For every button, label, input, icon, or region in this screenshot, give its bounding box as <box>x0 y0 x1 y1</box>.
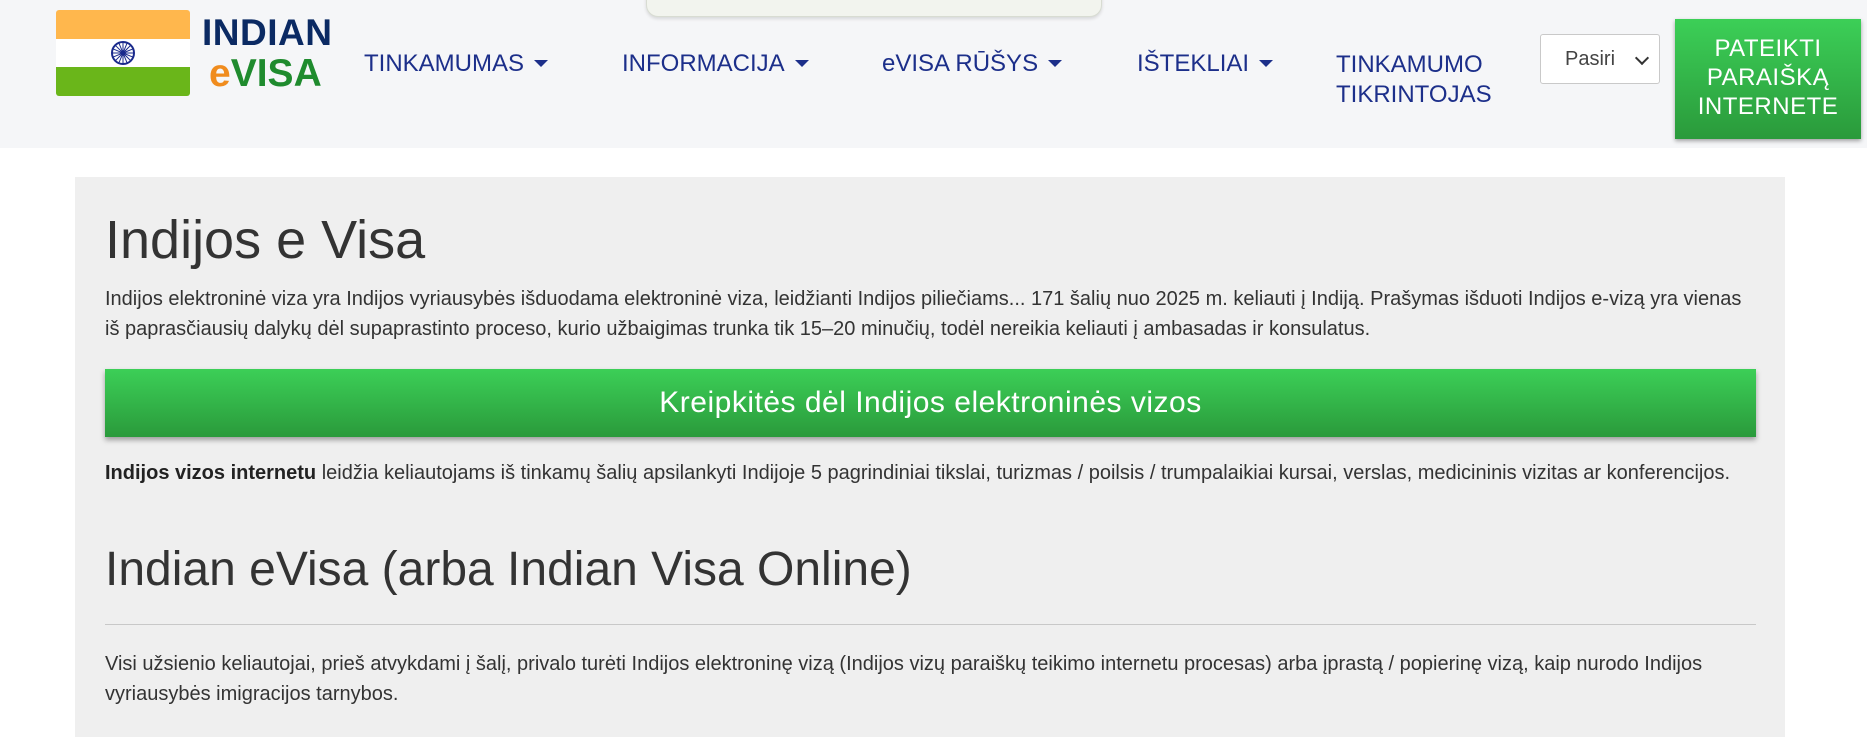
caret-down-icon <box>1259 60 1274 67</box>
india-flag-icon <box>56 10 190 96</box>
nav-informacija[interactable]: INFORMACIJA <box>622 50 809 78</box>
section-subtitle: Indian eVisa (arba Indian Visa Online) <box>105 543 912 596</box>
caret-down-icon <box>1048 60 1063 67</box>
nav-label: TINKAMUMO TIKRINTOJAS <box>1336 51 1492 108</box>
nav-istekliai[interactable]: IŠTEKLIAI <box>1137 50 1274 78</box>
nav-label: IŠTEKLIAI <box>1137 50 1250 77</box>
page-title: Indijos e Visa <box>105 210 426 270</box>
language-select[interactable]: Pasiri <box>1540 34 1660 84</box>
chevron-down-icon <box>1634 50 1650 66</box>
language-select-value: Pasiri <box>1565 48 1616 70</box>
paragraph-bold-lead: Indijos vizos internetu <box>105 462 317 484</box>
nav-label: INFORMACIJA <box>622 50 785 77</box>
apply-online-button[interactable]: PATEIKTI PARAIŠKĄ INTERNETE <box>1675 19 1861 139</box>
site-logo[interactable]: INDIAN eVISA <box>56 10 336 100</box>
nav-label: eVISA RŪŠYS <box>882 50 1039 77</box>
logo-text: INDIAN eVISA <box>202 14 332 93</box>
logo-e: e <box>209 52 231 95</box>
nav-tinkamumo-tikrintojas[interactable]: TINKAMUMO TIKRINTOJAS <box>1336 50 1506 110</box>
caret-down-icon <box>794 60 809 67</box>
logo-line2: eVISA <box>202 54 332 93</box>
caret-down-icon <box>534 60 549 67</box>
apply-evisa-button[interactable]: Kreipkitės dėl Indijos elektroninės vizo… <box>105 369 1756 437</box>
intro-paragraph: Indijos elektroninė viza yra Indijos vyr… <box>105 288 1742 340</box>
paragraph-text: leidžia keliautojams iš tinkamų šalių ap… <box>316 462 1731 484</box>
nav-tinkamumas[interactable]: TINKAMUMAS <box>364 50 549 78</box>
nav-label: TINKAMUMAS <box>364 50 525 77</box>
nav-evisa-rusys[interactable]: eVISA RŪŠYS <box>882 50 1063 78</box>
logo-line1: INDIAN <box>202 12 333 53</box>
online-visa-paragraph: Indijos vizos internetu leidžia keliauto… <box>105 458 1755 488</box>
site-header: INDIAN eVISA TINKAMUMAS INFORMACIJA eVIS… <box>0 0 1867 148</box>
logo-visa: VISA <box>230 52 322 95</box>
section-divider <box>105 624 1756 625</box>
requirements-paragraph: Visi užsienio keliautojai, prieš atvykda… <box>105 653 1703 705</box>
top-tab-decoration <box>646 0 1102 17</box>
